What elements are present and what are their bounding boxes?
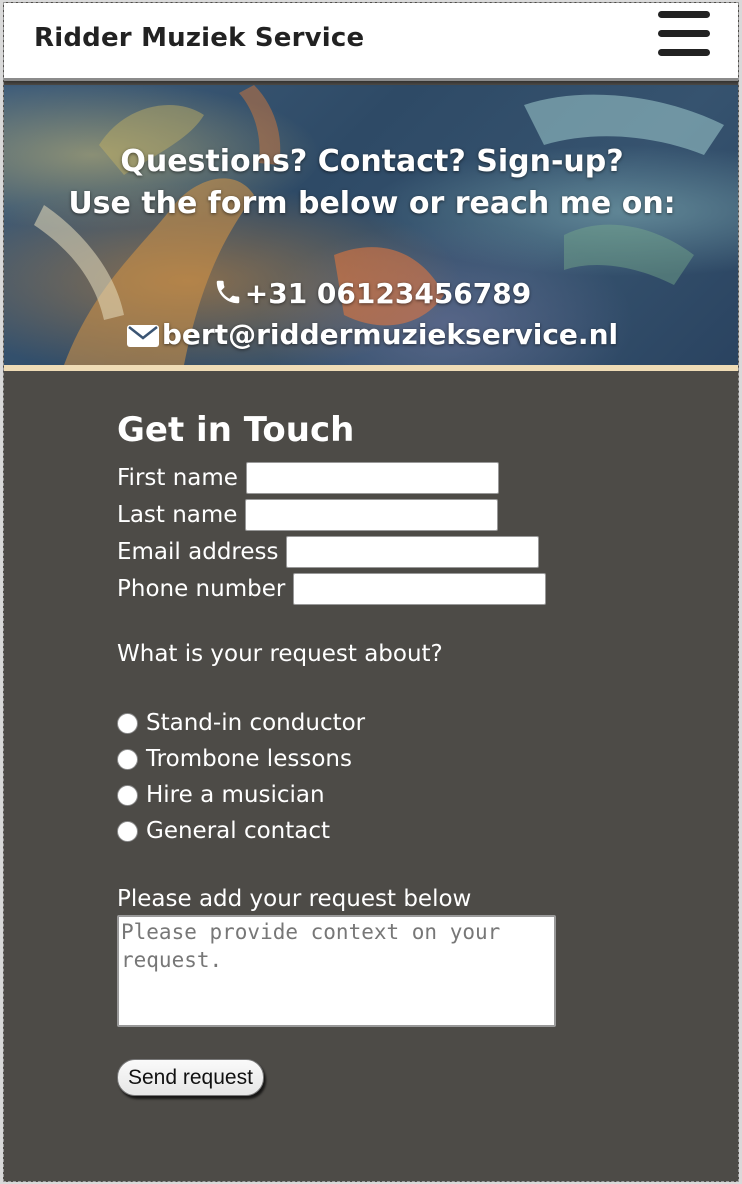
email-row: Email address [117, 533, 677, 570]
email-input[interactable] [286, 535, 540, 568]
option-label: Hire a musician [146, 782, 325, 808]
site-title[interactable]: Ridder Muziek Service [34, 23, 364, 53]
phone-icon [216, 280, 239, 304]
form-title: Get in Touch [117, 410, 355, 450]
request-textarea[interactable] [117, 915, 556, 1027]
request-topic-question: What is your request about? [117, 641, 443, 667]
hamburger-menu-icon[interactable] [658, 11, 710, 57]
request-topic-options: Stand-in conductor Trombone lessons Hire… [117, 705, 677, 849]
option-stand-in-conductor[interactable]: Stand-in conductor [117, 705, 677, 741]
radio-button[interactable] [117, 784, 138, 806]
last-name-input[interactable] [245, 498, 499, 531]
phone-row: Phone number [117, 570, 677, 607]
first-name-label: First name [117, 464, 238, 491]
email-label: Email address [117, 538, 279, 565]
request-label: Please add your request below [117, 886, 472, 912]
hero-heading: Questions? Contact? Sign-up? Use the for… [4, 141, 738, 225]
first-name-input[interactable] [245, 461, 499, 494]
radio-button[interactable] [117, 748, 138, 770]
contact-form: Get in Touch First name Last name Email … [117, 403, 677, 1096]
option-general-contact[interactable]: General contact [117, 813, 677, 849]
phone-number: +31 06123456789 [244, 277, 532, 310]
last-name-label: Last name [117, 501, 238, 528]
option-label: Trombone lessons [146, 746, 352, 772]
radio-button[interactable] [117, 712, 138, 734]
option-trombone-lessons[interactable]: Trombone lessons [117, 741, 677, 777]
first-name-row: First name [117, 459, 677, 496]
hero-banner: Questions? Contact? Sign-up? Use the for… [4, 85, 738, 365]
menu-bar [658, 49, 710, 56]
hero-line-2: Use the form below or reach me on: [68, 186, 676, 221]
menu-bar [658, 11, 710, 18]
email-contact[interactable]: bert@riddermuziekservice.nl [4, 318, 738, 351]
email-address: bert@riddermuziekservice.nl [161, 318, 619, 351]
send-request-button[interactable]: Send request [117, 1059, 264, 1096]
site-header: Ridder Muziek Service [4, 3, 738, 81]
option-label: General contact [146, 818, 331, 844]
envelope-icon [126, 325, 159, 347]
option-hire-a-musician[interactable]: Hire a musician [117, 777, 677, 813]
last-name-row: Last name [117, 496, 677, 533]
option-label: Stand-in conductor [146, 710, 366, 736]
menu-bar [658, 30, 710, 37]
page-frame: Ridder Muziek Service Questions? Contact… [3, 2, 739, 1182]
phone-input[interactable] [293, 572, 547, 605]
hero-line-1: Questions? Contact? Sign-up? [120, 144, 624, 179]
phone-contact[interactable]: +31 06123456789 [4, 277, 738, 310]
phone-label: Phone number [117, 575, 286, 602]
radio-button[interactable] [117, 820, 138, 842]
hero-divider [4, 365, 738, 371]
